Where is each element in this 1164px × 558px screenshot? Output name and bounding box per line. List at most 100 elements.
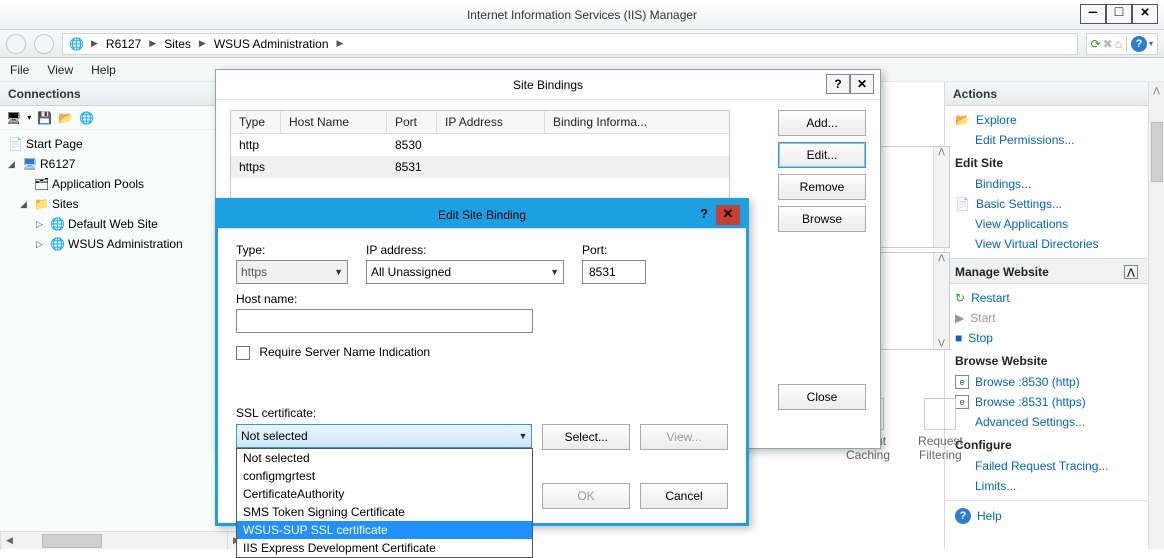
actions-vscroll[interactable]: ⋀ (1148, 82, 1164, 549)
edit-button[interactable]: Edit... (778, 142, 866, 168)
tree-app-pools[interactable]: 🗂Application Pools (6, 174, 239, 194)
remove-button[interactable]: Remove (778, 174, 866, 200)
binding-row[interactable]: https 8531 (231, 156, 729, 178)
ssl-option[interactable]: IIS Express Development Certificate (237, 539, 532, 557)
dialog-help-button[interactable]: ? (826, 74, 850, 94)
action-basic-settings[interactable]: 📄Basic Settings... (945, 194, 1148, 214)
connect-icon[interactable]: 🖥 (6, 111, 21, 125)
section-edit-site: Edit Site (945, 150, 1148, 174)
maximize-button[interactable]: □ (1106, 4, 1132, 24)
col-ip[interactable]: IP Address (437, 111, 545, 133)
block-icon[interactable]: 🌐 (79, 111, 94, 125)
dialog-help-button[interactable]: ? (692, 205, 716, 225)
menu-file[interactable]: File (10, 63, 29, 77)
stop-icon: ■ (955, 331, 962, 345)
binding-row[interactable]: http 8530 (231, 134, 729, 156)
action-limits[interactable]: Limits... (945, 476, 1148, 496)
ssl-select[interactable]: Not selected▼ Not selected configmgrtest… (236, 424, 532, 448)
browse-button[interactable]: Browse (778, 206, 866, 232)
breadcrumb[interactable]: 🌐 ▶ R6127 ▶ Sites ▶ WSUS Administration … (62, 33, 1078, 55)
action-explore[interactable]: 📂Explore (945, 110, 1148, 130)
close-button[interactable]: Close (778, 384, 866, 410)
edit-binding-title: Edit Site Binding (438, 208, 526, 222)
breadcrumb-server[interactable]: R6127 (106, 37, 141, 51)
start-icon: ▶ (955, 311, 964, 325)
request-filtering-icon[interactable] (924, 398, 956, 430)
connections-header: Connections (0, 82, 245, 106)
breadcrumb-sites[interactable]: Sites (164, 37, 191, 51)
site-bindings-title: Site Bindings (513, 78, 583, 92)
action-restart[interactable]: ↻Restart (945, 288, 1148, 308)
content-area: ⋀ tion gs ⋀⋁ ler ngs OutputCaching Reque… (246, 82, 944, 549)
collapse-icon[interactable]: ⋀ (1124, 265, 1138, 279)
action-edit-permissions[interactable]: Edit Permissions... (945, 130, 1148, 150)
ssl-option[interactable]: CertificateAuthority (237, 485, 532, 503)
host-input[interactable] (236, 309, 533, 333)
tree-sites[interactable]: ◢📁Sites (6, 194, 239, 214)
action-view-apps[interactable]: View Applications (945, 214, 1148, 234)
col-port[interactable]: Port (387, 111, 437, 133)
tree-server[interactable]: ◢🖥R6127 (6, 154, 239, 174)
connections-hscroll[interactable]: ◀ ▶ (0, 531, 245, 549)
type-label: Type: (236, 243, 348, 257)
breadcrumb-site[interactable]: WSUS Administration (214, 37, 329, 51)
chevron-right-icon: ▶ (199, 38, 206, 49)
ip-label: IP address: (366, 243, 564, 257)
ssl-option[interactable]: Not selected (237, 449, 532, 467)
save-icon[interactable]: 💾 (37, 111, 52, 125)
select-cert-button[interactable]: Select... (542, 424, 630, 450)
view-cert-button: View... (640, 424, 728, 450)
col-info[interactable]: Binding Informa... (545, 111, 715, 133)
ssl-option[interactable]: SMS Token Signing Certificate (237, 503, 532, 521)
chevron-right-icon: ▶ (149, 38, 156, 49)
action-stop[interactable]: ■Stop (945, 328, 1148, 348)
chevron-right-icon: ▶ (337, 38, 344, 49)
edit-site-binding-dialog: Edit Site Binding ? ✕ Type: https▼ IP ad… (215, 198, 749, 526)
col-type[interactable]: Type (231, 111, 281, 133)
chevron-right-icon: ▶ (91, 38, 98, 49)
ok-button: OK (542, 483, 630, 509)
address-bar: 🌐 ▶ R6127 ▶ Sites ▶ WSUS Administration … (0, 30, 1164, 58)
tree-default-site[interactable]: ▷🌐Default Web Site (6, 214, 239, 234)
stop-icon[interactable]: ✖ (1103, 37, 1113, 51)
add-button[interactable]: Add... (778, 110, 866, 136)
nav-forward-button[interactable] (34, 34, 54, 54)
menu-help[interactable]: Help (91, 63, 116, 77)
col-host[interactable]: Host Name (281, 111, 387, 133)
close-button[interactable]: ✕ (1132, 4, 1158, 24)
browse-icon: e (955, 375, 969, 389)
home-icon[interactable]: ⌂ (1115, 37, 1122, 51)
action-browse-8530[interactable]: eBrowse :8530 (http) (945, 372, 1148, 392)
action-start[interactable]: ▶Start (945, 308, 1148, 328)
action-browse-8531[interactable]: eBrowse :8531 (https) (945, 392, 1148, 412)
ssl-label: SSL certificate: (236, 406, 728, 420)
ssl-option[interactable]: WSUS-SUP SSL certificate (237, 521, 532, 539)
ip-select[interactable]: All Unassigned▼ (366, 260, 564, 284)
action-help[interactable]: ?Help (945, 505, 1148, 527)
sni-checkbox[interactable] (236, 346, 250, 360)
restart-icon: ↻ (955, 291, 965, 305)
section-browse-website: Browse Website (945, 348, 1148, 372)
dialog-close-button[interactable]: ✕ (850, 74, 874, 94)
menu-view[interactable]: View (47, 63, 73, 77)
connections-panel: Connections 🖥▾ 💾 📂 🌐 📄Start Page ◢🖥R6127… (0, 82, 246, 549)
ssl-option[interactable]: configmgrtest (237, 467, 532, 485)
action-bindings[interactable]: Bindings... (945, 174, 1148, 194)
refresh-icon[interactable]: ⟳ (1091, 37, 1101, 51)
folder-icon: 📂 (955, 113, 970, 127)
action-advanced-settings[interactable]: Advanced Settings... (945, 412, 1148, 432)
action-failed-request-tracing[interactable]: Failed Request Tracing... (945, 456, 1148, 476)
folder-icon[interactable]: 📂 (58, 111, 73, 125)
dialog-close-button[interactable]: ✕ (716, 205, 740, 225)
nav-back-button[interactable] (6, 34, 26, 54)
cancel-button[interactable]: Cancel (640, 483, 728, 509)
port-input[interactable] (582, 260, 646, 284)
action-view-vdirs[interactable]: View Virtual Directories (945, 234, 1148, 254)
tree-wsus-site[interactable]: ▷🌐WSUS Administration (6, 234, 239, 254)
help-icon[interactable]: ? (1131, 36, 1147, 52)
minimize-button[interactable]: — (1080, 4, 1106, 24)
settings-icon: 📄 (955, 197, 970, 211)
sni-label: Require Server Name Indication (259, 345, 430, 359)
tree-start-page[interactable]: 📄Start Page (6, 134, 239, 154)
help-icon: ? (955, 508, 971, 524)
